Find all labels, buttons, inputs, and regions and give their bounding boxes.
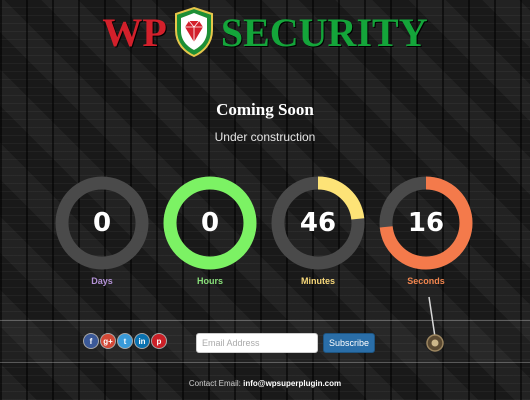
band-divider-bottom [0, 362, 530, 363]
twitter-icon[interactable]: t [118, 334, 132, 348]
social-links: f g+ t in p [84, 334, 166, 348]
contact-info: Contact Email: info@wpsuperplugin.com [0, 379, 530, 388]
hours-label: Hours [196, 276, 223, 286]
linkedin-icon[interactable]: in [135, 334, 149, 348]
days-label: Days [91, 276, 113, 286]
timer-days: 0 [52, 173, 152, 273]
contact-email-link[interactable]: info@wpsuperplugin.com [243, 379, 341, 388]
timer-minutes: 46 [268, 173, 368, 273]
door-knob-icon [426, 296, 444, 352]
site-logo: WP SECURITY [0, 4, 530, 60]
seconds-value: 16 [407, 208, 445, 238]
minutes-label: Minutes [300, 276, 335, 286]
google-plus-icon[interactable]: g+ [101, 334, 115, 348]
contact-label: Contact Email: [188, 379, 241, 388]
band-divider-top [0, 320, 530, 321]
logo-text-wp: WP [102, 9, 167, 55]
days-value: 0 [92, 208, 112, 238]
minutes-value: 46 [299, 208, 337, 238]
pinterest-icon[interactable]: p [152, 334, 166, 348]
diamond-shield-icon [174, 6, 213, 58]
timer-hours: 0 [160, 173, 260, 273]
email-address-input[interactable] [196, 333, 318, 353]
page-title: Coming Soon [216, 100, 314, 119]
timer-seconds: 16 [376, 173, 476, 273]
hours-value: 0 [200, 208, 220, 238]
subscribe-button[interactable]: Subscribe [323, 333, 375, 353]
logo-text-security: SECURITY [220, 9, 428, 55]
page-subtitle: Under construction [214, 130, 316, 144]
seconds-label: Seconds [407, 276, 445, 286]
facebook-icon[interactable]: f [84, 334, 98, 348]
